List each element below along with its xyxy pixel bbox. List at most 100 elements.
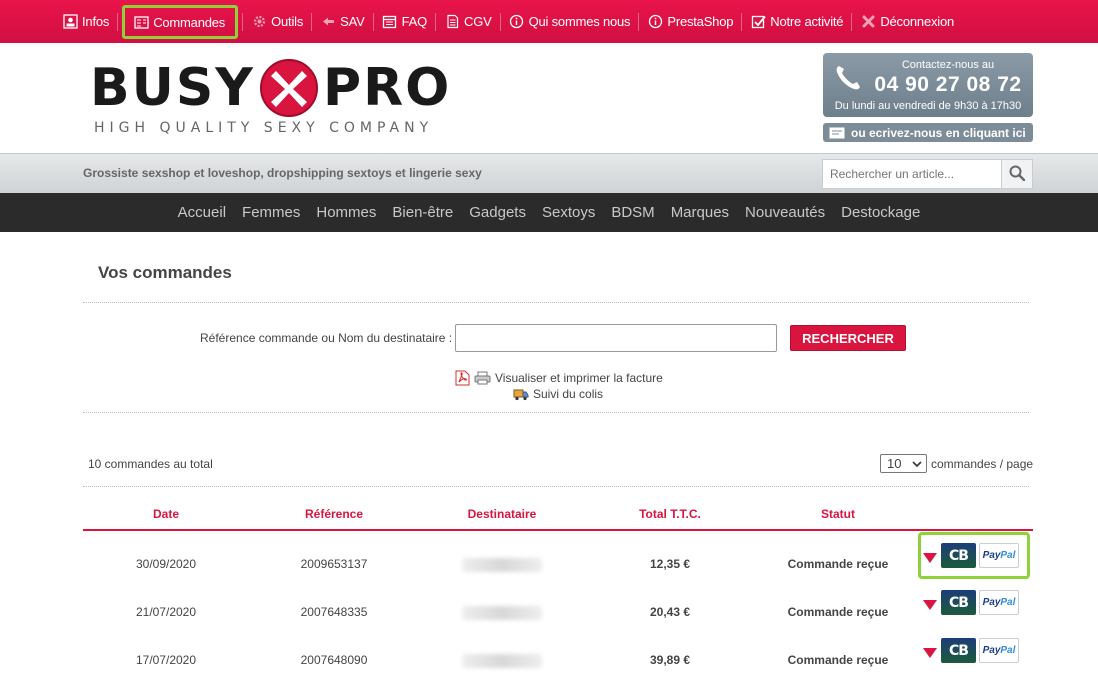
topnav-label: CGV (464, 14, 492, 29)
logo-part2: PRO (322, 58, 452, 118)
order-status: Commande reçue (787, 557, 889, 571)
col-header-status[interactable]: Statut (788, 507, 888, 521)
write-us-button[interactable]: ou ecrivez-nous en cliquant ici (823, 123, 1033, 142)
separator (741, 12, 743, 31)
mainnav-bien-etre[interactable]: Bien-être (392, 204, 453, 221)
per-page-control: 10 commandes / page (880, 454, 1033, 473)
legend-tracking-label: Suivi du colis (533, 387, 604, 401)
mainnav-hommes[interactable]: Hommes (316, 204, 376, 221)
expand-triangle-icon[interactable] (923, 647, 937, 658)
expand-triangle-icon[interactable] (923, 599, 937, 610)
topnav-label: Infos (82, 14, 110, 29)
top-bar: Infos Commandes Outils SAV FAQ CGV Qui s… (0, 0, 1098, 43)
table-header-line (83, 529, 1033, 531)
page-title: Vos commandes (98, 263, 232, 282)
topnav-deconnexion[interactable]: Déconnexion (856, 7, 958, 37)
topnav-label: Qui sommes nous (528, 14, 631, 29)
mainnav-accueil[interactable]: Accueil (178, 204, 226, 221)
mainnav-marques[interactable]: Marques (671, 204, 729, 221)
divider (83, 412, 1029, 413)
topnav-label: PrestaShop (667, 14, 734, 29)
separator (435, 12, 436, 31)
paypal-icon[interactable]: Pay Pal (979, 590, 1019, 615)
recipient-redacted (462, 558, 542, 572)
mainnav-sextoys[interactable]: Sextoys (542, 204, 595, 221)
site-logo[interactable]: BUSY PRO HIGH QUALITY SEXY COMPANY (90, 58, 470, 140)
top-nav: Infos Commandes Outils SAV FAQ CGV Qui s… (58, 0, 958, 43)
topnav-cgv[interactable]: CGV (440, 7, 496, 37)
mainnav-nouveautes[interactable]: Nouveautés (745, 204, 825, 221)
order-search-input[interactable] (455, 324, 777, 352)
topnav-infos[interactable]: Infos (58, 7, 113, 37)
order-reference[interactable]: 2007648335 (284, 605, 384, 619)
legend-invoice: Visualiser et imprimer la facture (455, 370, 663, 386)
paypal-text-1: Pay (982, 645, 1001, 656)
topnav-commandes[interactable]: Commandes (122, 5, 239, 39)
tagline-band: Grossiste sexshop et loveshop, dropshipp… (0, 153, 1098, 193)
topnav-prestashop[interactable]: PrestaShop (643, 7, 737, 37)
col-header-recipient[interactable]: Destinataire (452, 507, 552, 521)
document-icon (444, 14, 460, 30)
payment-highlight (918, 532, 1030, 579)
mainnav-gadgets[interactable]: Gadgets (469, 204, 526, 221)
divider (83, 486, 1029, 487)
logo-wordmark: BUSY PRO (90, 58, 451, 118)
separator (851, 12, 853, 31)
mainnav-femmes[interactable]: Femmes (242, 204, 300, 221)
topnav-notre-activite[interactable]: Notre activité (746, 7, 847, 37)
arrow-left-icon (320, 14, 336, 30)
per-page-select[interactable]: 10 (880, 454, 927, 473)
order-status: Commande reçue (787, 605, 889, 619)
write-us-label: ou ecrivez-nous en cliquant ici (851, 125, 1026, 140)
separator (372, 12, 374, 31)
legend-invoice-label: Visualiser et imprimer la facture (495, 371, 663, 385)
separator (117, 12, 119, 31)
logo-part1: BUSY (90, 58, 255, 118)
col-header-reference[interactable]: Référence (284, 507, 384, 521)
product-search-button[interactable] (1001, 159, 1033, 189)
topnav-label: Commandes (153, 14, 226, 30)
chevron-down-icon (912, 456, 922, 471)
order-search-label: Référence commande ou Nom du destinatair… (200, 331, 453, 345)
col-header-date[interactable]: Date (126, 507, 206, 521)
divider (83, 302, 1029, 303)
separator (242, 12, 244, 31)
per-page-label: commandes / page (931, 456, 1034, 471)
topnav-qui-sommes-nous[interactable]: Qui sommes nous (505, 7, 635, 37)
contact-phone[interactable]: 04 90 27 08 72 (863, 73, 1033, 97)
contact-hours: Du lundi au vendredi de 9h30 à 17h30 (834, 100, 1022, 112)
user-card-icon (62, 14, 78, 30)
separator (499, 12, 501, 31)
gear-icon (251, 14, 267, 30)
printer-icon (474, 371, 491, 385)
order-actions: CB Pay Pal (923, 638, 1019, 663)
col-header-total[interactable]: Total T.T.C. (620, 507, 720, 521)
checkbox-icon (750, 14, 766, 30)
topnav-label: FAQ (401, 14, 428, 29)
cb-card-icon[interactable]: CB (941, 590, 976, 615)
recipient-redacted (462, 654, 542, 668)
topnav-outils[interactable]: Outils (247, 7, 307, 37)
topnav-faq[interactable]: FAQ (378, 7, 431, 37)
info-icon (509, 14, 525, 30)
mainnav-destockage[interactable]: Destockage (841, 204, 920, 221)
contact-box: Contactez-nous au 04 90 27 08 72 Du lund… (823, 53, 1033, 117)
order-status: Commande reçue (787, 653, 889, 667)
info-icon (647, 14, 663, 30)
cb-card-icon[interactable]: CB (941, 638, 976, 663)
order-reference[interactable]: 2007648090 (284, 653, 384, 667)
main-nav: Accueil Femmes Hommes Bien-être Gadgets … (0, 193, 1098, 232)
mainnav-bdsm[interactable]: BDSM (611, 204, 654, 221)
order-date: 30/09/2020 (135, 557, 197, 571)
order-total: 12,35 € (649, 557, 691, 571)
order-reference[interactable]: 2009653137 (284, 557, 384, 571)
logo-tagline: HIGH QUALITY SEXY COMPANY (94, 120, 434, 136)
separator (638, 12, 640, 31)
paypal-icon[interactable]: Pay Pal (979, 638, 1019, 663)
pdf-icon (455, 370, 470, 386)
phone-icon (833, 63, 863, 93)
topnav-sav[interactable]: SAV (316, 7, 368, 37)
product-search-input[interactable] (822, 159, 1002, 189)
search-orders-button[interactable]: RECHERCHER (790, 325, 906, 351)
separator (311, 12, 313, 31)
